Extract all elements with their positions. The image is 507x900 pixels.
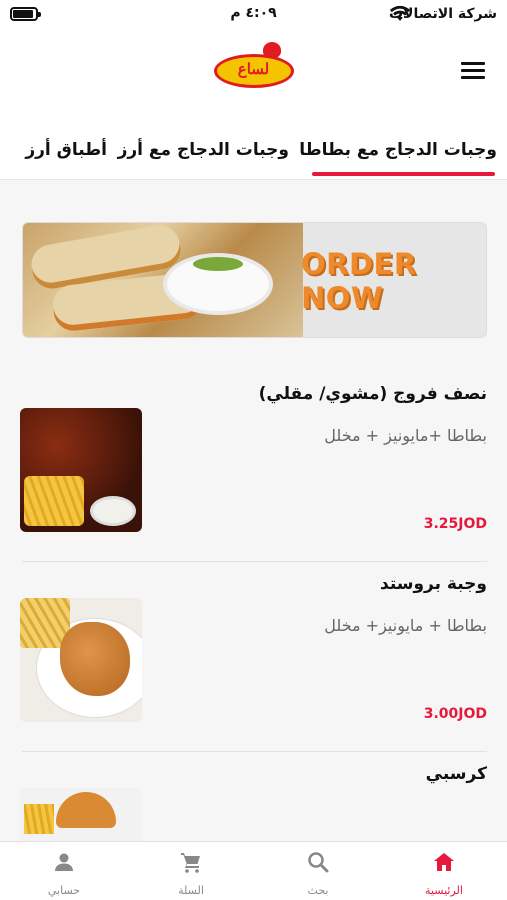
- hamburger-menu-icon[interactable]: [461, 62, 485, 82]
- status-bar: شركة الاتصالات ٤:٠٩ م: [0, 0, 507, 30]
- nav-label: الرئيسية: [425, 884, 463, 897]
- promo-banner[interactable]: ORDER NOW: [22, 222, 487, 338]
- item-price: 3.25JOD: [423, 516, 487, 532]
- menu-item[interactable]: وجبة بروستد بطاطا + مايونيز+ مخلل 3.00JO…: [0, 562, 507, 752]
- nav-search[interactable]: بحث: [255, 842, 381, 900]
- item-price: 3.00JOD: [423, 706, 487, 722]
- banner-food-image: [23, 223, 303, 337]
- logo-chick-icon: [262, 42, 281, 58]
- nav-account[interactable]: حسابي: [1, 842, 127, 900]
- nav-label: بحث: [307, 884, 329, 897]
- logo-text: لساع: [237, 60, 270, 78]
- item-description: بطاطا + مايونيز+ مخلل: [324, 616, 487, 635]
- menu-item[interactable]: نصف فروج (مشوي/ مقلي) بطاطا +مايونيز + م…: [0, 372, 507, 562]
- tab-rice-dishes[interactable]: أطباق أرز: [25, 140, 107, 160]
- banner-text: ORDER NOW: [301, 247, 417, 315]
- bottom-navigation: الرئيسية بحث السلة حسابي: [0, 841, 507, 900]
- battery-icon: [10, 7, 41, 21]
- nav-home[interactable]: الرئيسية: [381, 842, 507, 900]
- nav-label: حسابي: [47, 884, 81, 897]
- home-icon: [434, 853, 454, 871]
- user-icon: [55, 853, 73, 871]
- tab-chicken-with-rice[interactable]: وجبات الدجاج مع أرز: [118, 140, 289, 160]
- item-title: نصف فروج (مشوي/ مقلي): [258, 384, 487, 404]
- app-header: لساع: [0, 30, 507, 120]
- tab-chicken-with-fries[interactable]: وجبات الدجاج مع بطاطا: [299, 140, 497, 160]
- category-tabs: وجبات الدجاج مع بطاطا وجبات الدجاج مع أر…: [0, 120, 507, 180]
- active-tab-indicator: [312, 172, 495, 176]
- cart-icon: [181, 853, 200, 873]
- item-title: كرسبي: [425, 764, 487, 784]
- brand-logo[interactable]: لساع: [211, 40, 297, 94]
- wifi-icon: [389, 5, 411, 21]
- item-title: وجبة بروستد: [380, 574, 487, 594]
- item-image[interactable]: [20, 408, 142, 532]
- item-image[interactable]: [20, 598, 142, 722]
- nav-label: السلة: [178, 884, 204, 897]
- clock: ٤:٠٩ م: [230, 5, 277, 21]
- nav-cart[interactable]: السلة: [128, 842, 254, 900]
- item-description: بطاطا +مايونيز + مخلل: [324, 426, 487, 445]
- search-icon: [308, 852, 329, 873]
